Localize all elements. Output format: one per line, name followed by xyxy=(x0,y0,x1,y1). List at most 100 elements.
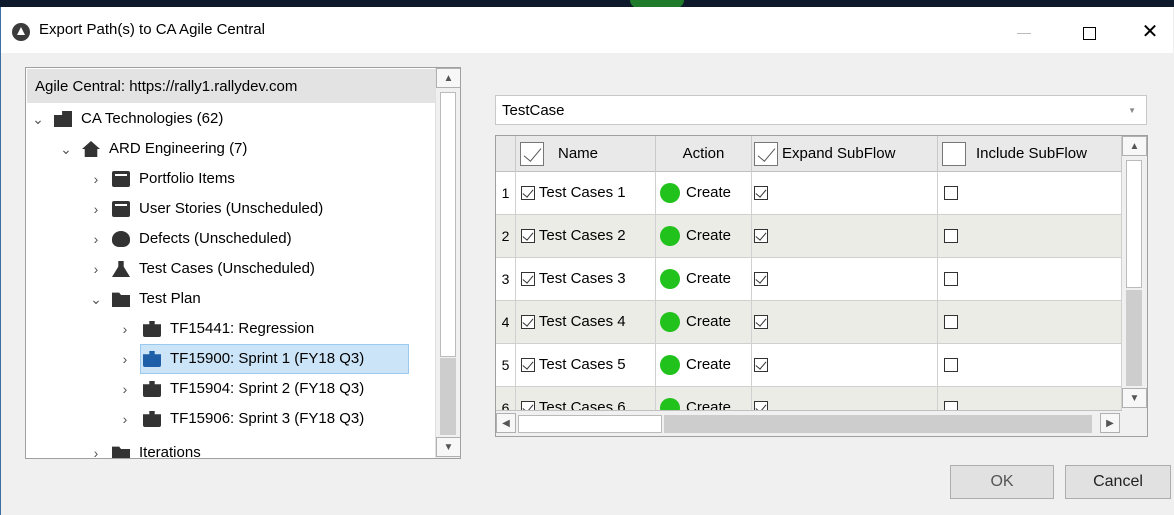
table-row[interactable]: 5 Test Cases 5 Create xyxy=(496,344,1122,387)
include-subflow-checkbox[interactable] xyxy=(944,186,958,201)
chevron-down-icon[interactable]: ⌄ xyxy=(59,134,73,164)
row-name: Test Cases 2 xyxy=(538,227,626,244)
chevron-right-icon[interactable]: › xyxy=(89,254,103,284)
column-expand-subflow[interactable]: Expand SubFlow xyxy=(752,136,938,172)
row-select-checkbox[interactable] xyxy=(521,358,535,373)
tree-item-label: Defects (Unscheduled) xyxy=(139,230,292,247)
tree-item-test-plan[interactable]: ⌄ Test Plan xyxy=(26,284,436,314)
status-dot-icon xyxy=(660,312,680,333)
row-select-checkbox[interactable] xyxy=(521,229,535,244)
box-icon xyxy=(112,201,130,217)
chevron-right-icon[interactable]: › xyxy=(118,344,132,374)
tree-item-tf15900[interactable]: › TF15900: Sprint 1 (FY18 Q3) xyxy=(26,344,436,374)
table-row[interactable]: 4 Test Cases 4 Create xyxy=(496,301,1122,344)
maximize-button[interactable] xyxy=(1066,15,1112,49)
scroll-track[interactable] xyxy=(1126,290,1142,386)
close-button[interactable]: ✕ xyxy=(1127,15,1173,49)
table-row[interactable]: 2 Test Cases 2 Create xyxy=(496,215,1122,258)
column-action[interactable]: Action xyxy=(656,136,752,172)
select-all-checkbox[interactable] xyxy=(520,142,544,167)
column-expand-label: Expand SubFlow xyxy=(782,145,896,162)
row-name: Test Cases 4 xyxy=(538,313,626,330)
row-select-checkbox[interactable] xyxy=(521,315,535,330)
column-name-label: Name xyxy=(558,145,599,162)
dropdown-arrow-icon[interactable]: ▼ xyxy=(1128,106,1136,115)
chevron-right-icon[interactable]: › xyxy=(89,438,103,458)
bug-icon xyxy=(112,231,130,247)
scroll-right-arrow-icon[interactable]: ▶ xyxy=(1100,413,1120,433)
ok-button[interactable]: OK xyxy=(950,465,1054,499)
column-name[interactable]: Name xyxy=(516,136,656,172)
tree-item-defects[interactable]: › Defects (Unscheduled) xyxy=(26,224,436,254)
chevron-down-icon[interactable]: ⌄ xyxy=(31,104,45,134)
tree-item-label: Test Cases (Unscheduled) xyxy=(139,260,315,277)
minimize-button[interactable] xyxy=(1001,15,1047,49)
chevron-right-icon[interactable]: › xyxy=(118,374,132,404)
tree-scrollbar[interactable]: ▲ ▼ xyxy=(435,68,460,458)
tree-item-test-cases[interactable]: › Test Cases (Unscheduled) xyxy=(26,254,436,284)
briefcase-icon xyxy=(143,411,161,427)
scroll-up-arrow-icon[interactable]: ▲ xyxy=(436,68,460,88)
row-number: 1 xyxy=(496,172,516,214)
column-action-label: Action xyxy=(682,145,725,162)
tree-item-label: Portfolio Items xyxy=(139,170,235,187)
maximize-icon xyxy=(1082,26,1096,40)
artifact-type-select[interactable]: TestCase ▼ xyxy=(495,95,1147,125)
column-include-label: Include SubFlow xyxy=(976,145,1087,162)
row-action[interactable]: Create xyxy=(686,313,731,330)
cancel-button[interactable]: Cancel xyxy=(1065,465,1171,499)
row-select-checkbox[interactable] xyxy=(521,272,535,287)
chevron-right-icon[interactable]: › xyxy=(89,164,103,194)
tree-item-label: User Stories (Unscheduled) xyxy=(139,200,324,217)
scroll-down-arrow-icon[interactable]: ▼ xyxy=(436,437,460,457)
table-row[interactable]: 3 Test Cases 3 Create xyxy=(496,258,1122,301)
scroll-thumb[interactable] xyxy=(518,415,662,433)
tree-item-tf15441[interactable]: › TF15441: Regression xyxy=(26,314,436,344)
chevron-right-icon[interactable]: › xyxy=(118,314,132,344)
tree-item-user-stories[interactable]: › User Stories (Unscheduled) xyxy=(26,194,436,224)
test-case-grid: Name Action Expand SubFlow Include SubFl… xyxy=(495,135,1148,437)
building-icon xyxy=(54,111,72,127)
include-subflow-checkbox[interactable] xyxy=(944,272,958,287)
tree-item-portfolio-items[interactable]: › Portfolio Items xyxy=(26,164,436,194)
chevron-right-icon[interactable]: › xyxy=(89,224,103,254)
chevron-right-icon[interactable]: › xyxy=(89,194,103,224)
scroll-up-arrow-icon[interactable]: ▲ xyxy=(1122,136,1147,156)
scroll-thumb[interactable] xyxy=(1126,160,1142,288)
row-action[interactable]: Create xyxy=(686,184,731,201)
include-all-checkbox[interactable] xyxy=(942,142,966,167)
include-subflow-checkbox[interactable] xyxy=(944,315,958,330)
column-include-subflow[interactable]: Include SubFlow xyxy=(938,136,1122,172)
tree-item-ca-technologies[interactable]: ⌄ CA Technologies (62) xyxy=(26,104,436,134)
grid-vertical-scrollbar[interactable]: ▲ ▼ xyxy=(1122,136,1147,410)
chevron-down-icon[interactable]: ⌄ xyxy=(89,284,103,314)
include-subflow-checkbox[interactable] xyxy=(944,229,958,244)
tree-item-tf15904[interactable]: › TF15904: Sprint 2 (FY18 Q3) xyxy=(26,374,436,404)
grid-horizontal-scrollbar[interactable]: ◀ ▶ xyxy=(496,410,1122,436)
expand-subflow-checkbox[interactable] xyxy=(754,186,768,201)
row-select-checkbox[interactable] xyxy=(521,186,535,201)
scroll-thumb[interactable] xyxy=(440,92,456,357)
project-tree[interactable]: Agile Central: https://rally1.rallydev.c… xyxy=(25,67,461,459)
include-subflow-checkbox[interactable] xyxy=(944,358,958,373)
scroll-down-arrow-icon[interactable]: ▼ xyxy=(1122,388,1147,408)
scroll-left-arrow-icon[interactable]: ◀ xyxy=(496,413,516,433)
row-action[interactable]: Create xyxy=(686,356,731,373)
grid-header: Name Action Expand SubFlow Include SubFl… xyxy=(496,136,1147,172)
tree-item-ard-engineering[interactable]: ⌄ ARD Engineering (7) xyxy=(26,134,436,164)
table-row[interactable]: 1 Test Cases 1 Create xyxy=(496,172,1122,215)
scroll-track[interactable] xyxy=(440,358,456,435)
chevron-right-icon[interactable]: › xyxy=(118,404,132,434)
row-action[interactable]: Create xyxy=(686,270,731,287)
scroll-track[interactable] xyxy=(664,415,1092,433)
box-icon xyxy=(112,171,130,187)
expand-all-checkbox[interactable] xyxy=(754,142,778,167)
scrollbar-corner xyxy=(1122,410,1147,436)
expand-subflow-checkbox[interactable] xyxy=(754,358,768,373)
tree-item-tf15906[interactable]: › TF15906: Sprint 3 (FY18 Q3) xyxy=(26,404,436,434)
tree-item-iterations[interactable]: › Iterations xyxy=(26,438,436,458)
expand-subflow-checkbox[interactable] xyxy=(754,272,768,287)
expand-subflow-checkbox[interactable] xyxy=(754,315,768,330)
expand-subflow-checkbox[interactable] xyxy=(754,229,768,244)
row-action[interactable]: Create xyxy=(686,227,731,244)
